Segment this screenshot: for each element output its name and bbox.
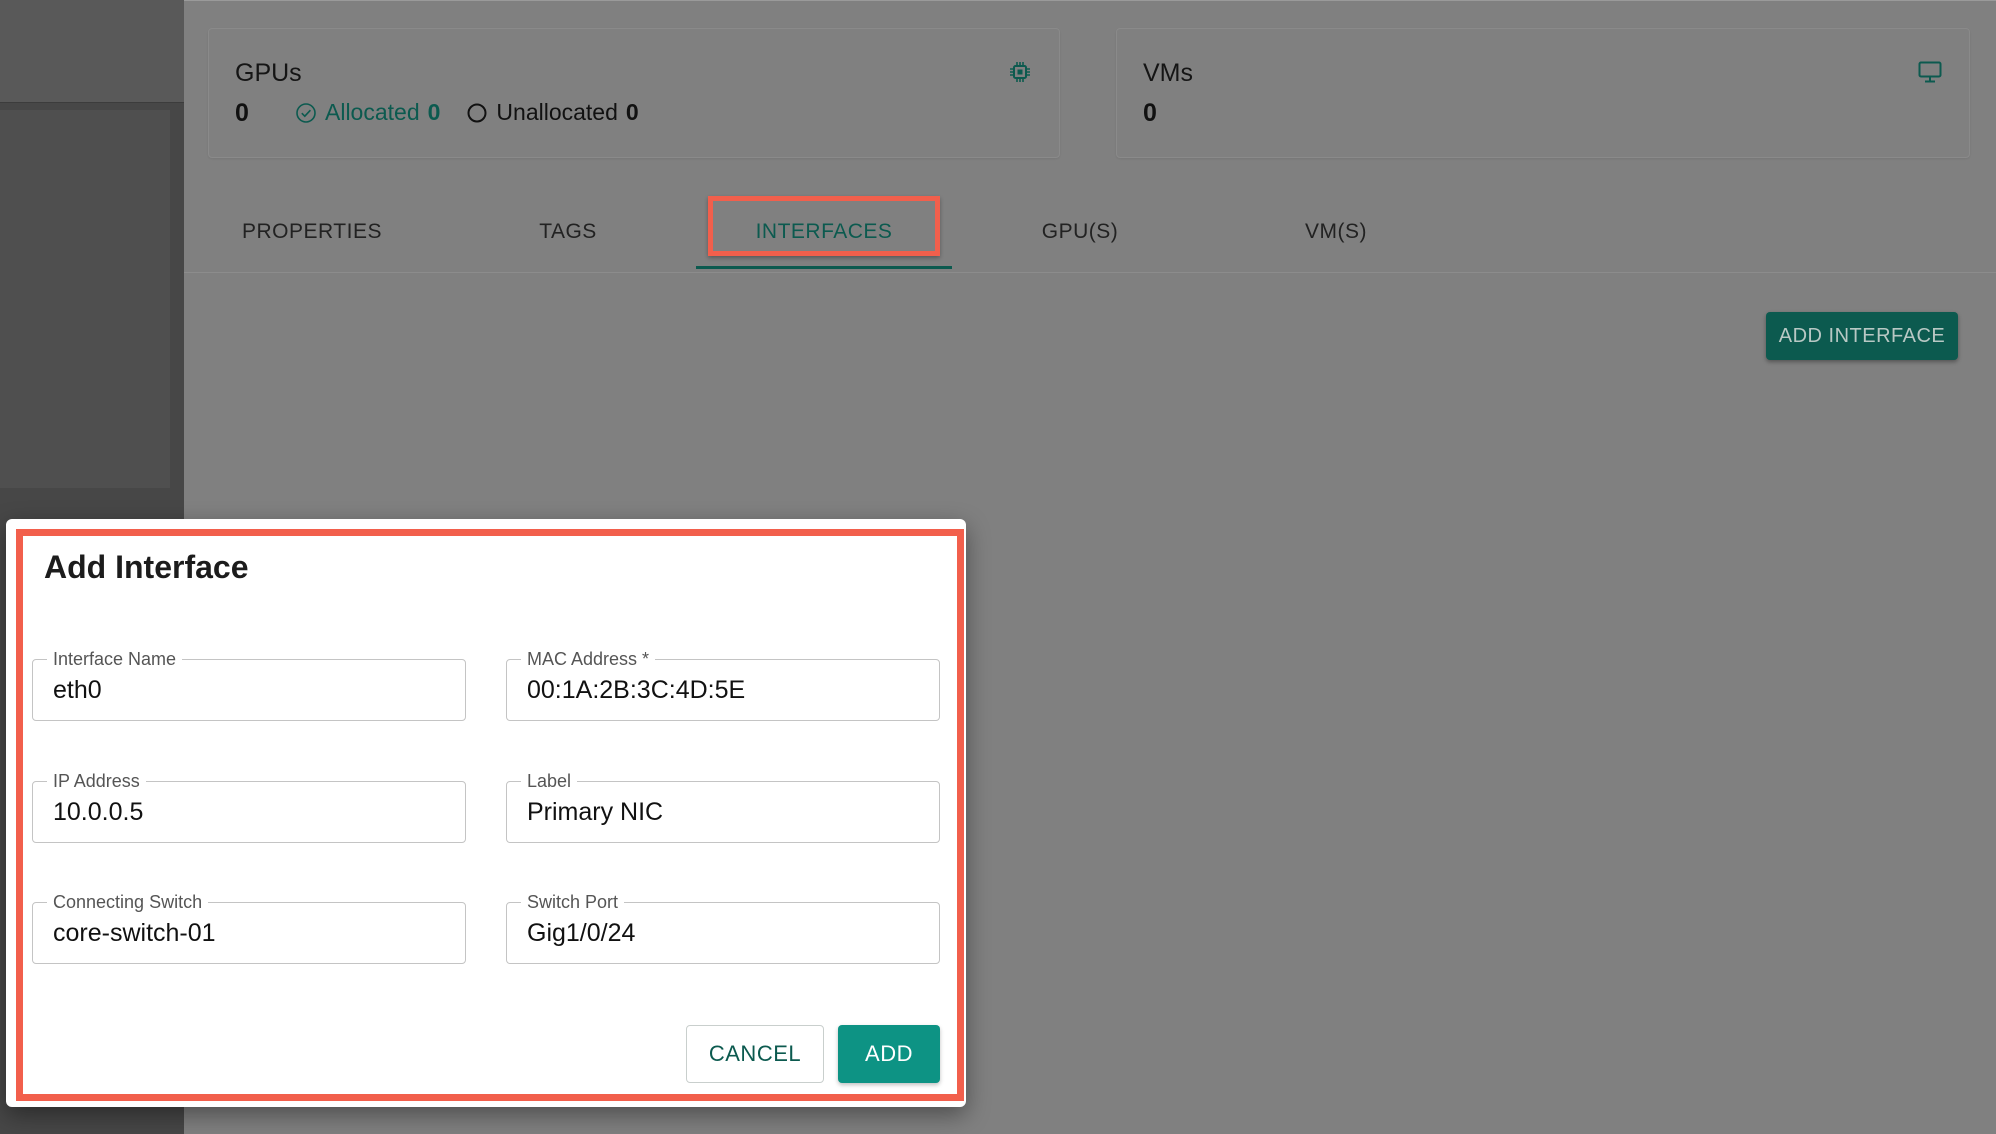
check-circle-icon <box>296 102 316 123</box>
add-interface-dialog: Add Interface Interface Name MAC Address… <box>6 519 966 1107</box>
mac-address-label: MAC Address * <box>521 649 656 669</box>
monitor-icon <box>1918 61 1942 83</box>
gpus-card: GPUs 0 Allocated 0 Unallocated 0 <box>208 28 1060 158</box>
cancel-button[interactable]: CANCEL <box>686 1025 824 1083</box>
add-button[interactable]: ADD <box>838 1025 940 1083</box>
vms-card: VMs 0 <box>1116 28 1970 158</box>
rail-panel <box>0 110 170 488</box>
allocated-count: 0 <box>427 99 441 125</box>
allocated-status: Allocated 0 <box>295 99 440 126</box>
add-interface-button[interactable]: ADD INTERFACE <box>1766 312 1958 360</box>
switch-port-label: Switch Port <box>521 892 625 912</box>
mac-address-field: MAC Address * <box>506 649 940 721</box>
unallocated-count: 0 <box>625 99 639 125</box>
gpu-status-row: Allocated 0 Unallocated 0 <box>295 99 639 126</box>
gpus-card-title: GPUs <box>235 59 302 87</box>
interface-name-label: Interface Name <box>47 649 183 669</box>
chip-icon <box>1010 62 1030 82</box>
ip-address-input[interactable] <box>53 794 443 830</box>
label-field-label: Label <box>521 771 578 791</box>
allocated-label: Allocated <box>325 99 420 125</box>
active-tab-indicator <box>696 266 952 269</box>
switch-port-field: Switch Port <box>506 892 940 964</box>
gpus-total-count: 0 <box>235 99 249 127</box>
unallocated-label: Unallocated <box>496 99 618 125</box>
interfaces-tab-highlight <box>708 196 940 256</box>
connecting-switch-field: Connecting Switch <box>32 892 466 964</box>
tab-gpus[interactable]: GPU(S) <box>952 196 1208 268</box>
dialog-title: Add Interface <box>44 549 249 585</box>
tab-vms[interactable]: VM(S) <box>1208 196 1464 268</box>
vms-card-title: VMs <box>1143 59 1193 87</box>
unallocated-status: Unallocated 0 <box>466 99 639 126</box>
label-field: Label <box>506 771 940 843</box>
connecting-switch-label: Connecting Switch <box>47 892 209 912</box>
label-input[interactable] <box>527 794 917 830</box>
vms-total-count: 0 <box>1143 99 1157 127</box>
interface-name-input[interactable] <box>53 672 443 708</box>
rail-header <box>0 0 184 103</box>
detail-tabs: PROPERTIES TAGS INTERFACES GPU(S) VM(S) <box>184 196 1996 273</box>
connecting-switch-input[interactable] <box>53 915 443 951</box>
empty-circle-icon <box>467 103 487 122</box>
mac-address-input[interactable] <box>527 672 917 708</box>
interface-name-field: Interface Name <box>32 649 466 721</box>
switch-port-input[interactable] <box>527 915 917 951</box>
ip-address-label: IP Address <box>47 771 146 791</box>
ip-address-field: IP Address <box>32 771 466 843</box>
tab-properties[interactable]: PROPERTIES <box>184 196 440 268</box>
tab-tags[interactable]: TAGS <box>440 196 696 268</box>
